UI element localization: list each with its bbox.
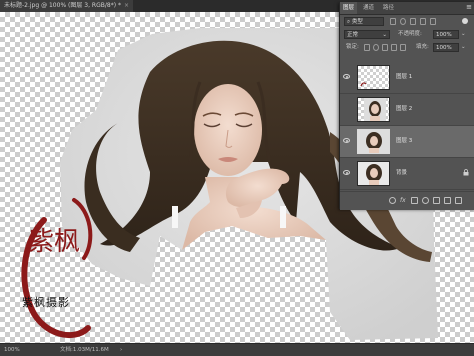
watermark-text: 紫枫摄影 [22,296,70,309]
eye-icon[interactable] [343,74,350,79]
layer-name[interactable]: 图层 2 [396,94,412,125]
opacity-label: 不透明度: [398,31,422,37]
eye-icon[interactable] [343,170,350,175]
layer-thumbnail [357,65,390,90]
lock-image-icon[interactable] [373,44,379,51]
fill-value: 100% [436,45,452,51]
status-arrow-icon[interactable]: › [120,344,122,356]
tab-layers[interactable]: 图层 [340,2,358,14]
blend-mode-value: 正常 [347,32,359,38]
close-tab-icon[interactable]: × [124,2,129,9]
chevron-down-icon[interactable]: ⌄ [461,42,466,53]
layer-thumbnail [357,129,390,154]
filter-row: ⌕ 类型 [340,16,474,27]
eye-icon[interactable] [343,138,350,143]
layer-thumbnail [357,161,390,186]
lock-icon [463,169,469,176]
fill-input[interactable]: 100% [433,43,459,52]
tab-channels[interactable]: 通道 [360,2,377,14]
kind-filter-select[interactable]: ⌕ 类型 [344,17,384,26]
document-tab[interactable]: 未标题-2.jpg @ 100% (图层 3, RGB/8*) * × [0,0,133,12]
panel-tabs: 图层 通道 路径 ≡ [340,2,474,15]
adjustment-filter-icon[interactable] [400,18,406,25]
document-tab-title: 未标题-2.jpg @ 100% (图层 3, RGB/8*) * [4,2,121,9]
opacity-input[interactable]: 100% [433,30,459,39]
pixel-filter-icon[interactable] [390,18,396,25]
opacity-value: 100% [436,32,452,38]
layers-list: 图层 1 图层 2 图层 3 背景 [340,62,474,190]
fx-icon[interactable]: fx [400,195,406,206]
chevron-down-icon: ⌄ [382,32,387,38]
kind-filter-label: 类型 [351,19,363,25]
layers-panel: 图层 通道 路径 ≡ ⌕ 类型 正常 ⌄ 不透明度: 100% ⌄ 锁定: 填充… [339,2,474,210]
lock-label: 锁定: [346,44,359,50]
zoom-level[interactable]: 100% [4,344,20,356]
layer-name[interactable]: 图层 3 [396,126,412,157]
new-group-icon[interactable] [433,197,440,204]
hamburger-menu-icon[interactable]: ≡ [466,2,472,13]
layer-row[interactable]: 图层 1 [340,62,474,94]
add-mask-icon[interactable] [411,197,418,204]
trash-icon[interactable] [455,197,462,204]
chevron-down-icon[interactable]: ⌄ [461,29,466,40]
document-info: 文档:1.03M/11.6M [60,347,109,353]
new-layer-icon[interactable] [444,197,451,204]
filter-toggle-icon[interactable] [462,18,468,24]
layer-row[interactable]: 图层 2 [340,94,474,126]
tab-paths[interactable]: 路径 [380,2,397,14]
fill-label: 填充: [416,44,429,50]
layer-thumbnail [357,97,390,122]
blend-row: 正常 ⌄ 不透明度: 100% ⌄ [340,29,474,40]
search-icon: ⌕ [347,19,351,25]
link-layers-icon[interactable] [389,197,396,204]
layer-name[interactable]: 背景 [396,158,407,189]
lock-transparent-icon[interactable] [364,44,370,51]
lock-artboard-icon[interactable] [391,44,397,51]
layer-name[interactable]: 图层 1 [396,62,412,93]
smart-object-filter-icon[interactable] [430,18,436,25]
shape-filter-icon[interactable] [420,18,426,25]
watermark-seal: 紫枫 [21,198,93,339]
lock-position-icon[interactable] [382,44,388,51]
type-filter-icon[interactable] [410,18,416,25]
status-bar: 100% 文档:1.03M/11.6M › [0,343,474,356]
layer-row[interactable]: 背景 [340,158,474,190]
adjustment-layer-icon[interactable] [422,197,429,204]
layer-row-selected[interactable]: 图层 3 [340,126,474,158]
blend-mode-select[interactable]: 正常 ⌄ [344,30,390,39]
lock-all-icon[interactable] [400,44,406,51]
panel-footer: fx [340,191,474,210]
lock-row: 锁定: 填充: 100% ⌄ [340,42,474,53]
seal-logo-text: 紫枫 [28,227,80,257]
